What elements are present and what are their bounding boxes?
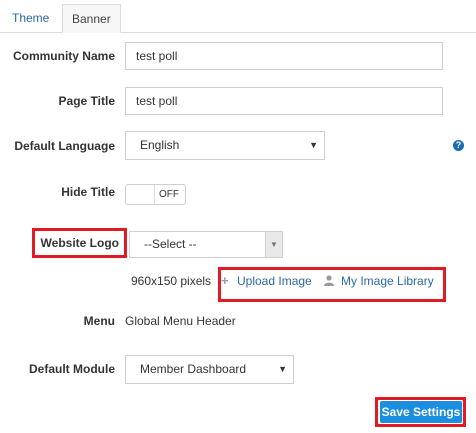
menu-value: Global Menu Header <box>125 314 236 328</box>
default-module-value: Member Dashboard <box>140 362 247 376</box>
default-language-select[interactable]: English ▼ <box>125 131 325 160</box>
plus-icon: + <box>221 273 229 288</box>
chevron-down-icon: ▼ <box>309 140 318 150</box>
community-name-label: Community Name <box>12 49 115 63</box>
logo-dimensions: 960x150 pixels <box>131 274 212 288</box>
website-logo-select[interactable]: --Select -- ▼ <box>129 231 283 258</box>
page-title-label: Page Title <box>58 94 115 108</box>
menu-label: Menu <box>83 314 115 328</box>
user-icon <box>324 275 334 286</box>
default-language-label: Default Language <box>14 139 115 153</box>
toggle-state-text: OFF <box>159 189 179 200</box>
default-language-value: English <box>140 138 180 152</box>
default-module-select[interactable]: Member Dashboard ▼ <box>125 355 294 384</box>
chevron-down-icon: ▼ <box>278 364 287 374</box>
upload-image-link[interactable]: Upload Image <box>237 274 312 288</box>
my-image-library-link[interactable]: My Image Library <box>341 274 434 288</box>
toggle-knob <box>126 185 155 204</box>
tab-theme[interactable]: Theme <box>3 4 58 32</box>
question-circle-icon[interactable]: ? <box>453 140 464 151</box>
default-module-label: Default Module <box>29 362 115 376</box>
save-settings-button[interactable]: Save Settings <box>380 401 462 423</box>
website-logo-label: Website Logo <box>40 236 119 250</box>
tab-bar: Theme Banner <box>0 0 476 33</box>
hide-title-toggle[interactable]: OFF <box>125 184 186 205</box>
website-logo-value: --Select -- <box>144 237 197 251</box>
tab-banner[interactable]: Banner <box>62 4 121 33</box>
chevron-down-icon: ▼ <box>265 232 282 257</box>
page-title-input[interactable]: test poll <box>125 87 443 115</box>
community-name-input[interactable]: test poll <box>125 42 443 70</box>
hide-title-label: Hide Title <box>61 185 115 199</box>
